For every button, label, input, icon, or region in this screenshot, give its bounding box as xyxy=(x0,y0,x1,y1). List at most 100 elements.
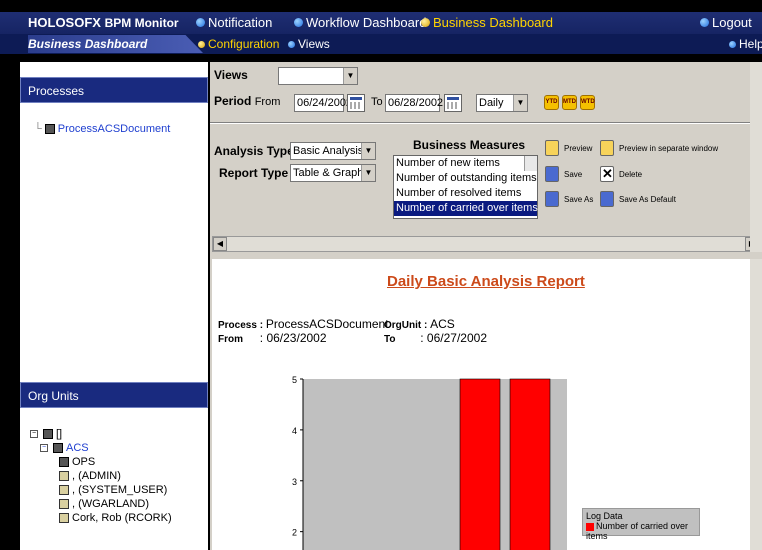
bullet-icon xyxy=(729,40,736,48)
chevron-down-icon: ▼ xyxy=(361,165,375,181)
nav-help[interactable]: Help xyxy=(729,37,762,51)
action-label: Save As Default xyxy=(619,194,676,204)
delete-button[interactable]: Delete xyxy=(600,166,642,182)
save-as-button[interactable]: Save As xyxy=(545,191,593,207)
user-icon xyxy=(59,513,69,523)
bullet-icon xyxy=(196,18,205,27)
save-as-icon xyxy=(545,191,559,207)
save-default-icon xyxy=(600,191,614,207)
nav-workflow-dashboard[interactable]: Workflow Dashboard xyxy=(294,15,426,30)
report-preview: Daily Basic Analysis Report Process : Pr… xyxy=(212,259,762,550)
tree-item[interactable]: OPS xyxy=(30,455,172,469)
report-type-value: Table & Graph xyxy=(293,167,364,179)
measure-item[interactable]: Number of resolved items xyxy=(394,186,537,201)
tree-item[interactable]: , (ADMIN) xyxy=(30,469,172,483)
listbox-scrollbar[interactable] xyxy=(524,156,537,171)
tree-item[interactable]: − ACS xyxy=(30,441,172,455)
chart-bar xyxy=(509,378,551,550)
config-vertical-scrollbar[interactable] xyxy=(750,62,762,252)
y-tick-label: 3 xyxy=(292,477,297,487)
tree-item[interactable]: − [] xyxy=(30,427,172,441)
preview-button[interactable]: Preview xyxy=(545,140,592,156)
period-row: Period From xyxy=(214,94,280,108)
period-label: Period xyxy=(214,94,252,108)
chart-legend: Log Data Number of carried over items xyxy=(582,508,700,541)
app-window: HOLOSOFX BPM Monitor Notification Workfl… xyxy=(0,0,762,550)
calendar-icon[interactable] xyxy=(444,94,462,112)
report-type-label: Report Type xyxy=(219,166,289,180)
tree-item-label: ProcessACSDocument xyxy=(57,123,171,135)
save-icon xyxy=(545,166,559,182)
nav-label: Workflow Dashboard xyxy=(306,15,427,30)
save-button[interactable]: Save xyxy=(545,166,582,182)
org-icon xyxy=(59,457,69,467)
tree-item[interactable]: └ ProcessACSDocument xyxy=(34,122,170,136)
tree-item-label: [] xyxy=(56,428,63,440)
app-brand: HOLOSOFX BPM Monitor xyxy=(28,15,179,30)
left-panel: Processes └ ProcessACSDocument Org Units … xyxy=(20,62,208,550)
calendar-icon[interactable] xyxy=(347,94,365,112)
user-icon xyxy=(59,499,69,509)
from-label: From xyxy=(254,96,281,108)
chart-bar xyxy=(459,378,501,550)
frequency-select[interactable]: Daily ▼ xyxy=(476,94,528,112)
y-tick-label: 5 xyxy=(292,375,297,385)
wtd-button[interactable]: WTD xyxy=(580,95,595,110)
horizontal-scrollbar[interactable]: ◀ ▶ xyxy=(212,236,760,252)
tree-item-label: ACS xyxy=(66,442,89,454)
views-select[interactable]: ▼ xyxy=(278,67,358,85)
bullet-icon xyxy=(700,18,709,27)
legend-title: Log Data xyxy=(586,511,623,521)
legend-item: Number of carried over items xyxy=(586,521,696,541)
to-label: To xyxy=(371,96,383,108)
processes-header: Processes xyxy=(20,77,208,103)
bullet-icon xyxy=(421,18,430,27)
scroll-left-icon[interactable]: ◀ xyxy=(213,237,227,251)
nav-views[interactable]: Views xyxy=(288,37,330,51)
tree-item[interactable]: Cork, Rob (RCORK) xyxy=(30,511,172,525)
nav-logout[interactable]: Logout xyxy=(700,15,752,30)
report-vertical-scrollbar[interactable] xyxy=(750,259,762,550)
chevron-down-icon: ▼ xyxy=(361,143,375,159)
measures-listbox[interactable]: Number of new items Number of outstandin… xyxy=(393,155,538,219)
report-type-select[interactable]: Table & Graph ▼ xyxy=(290,164,376,182)
action-label: Preview in separate window xyxy=(619,143,719,153)
tree-item-label: Cork, Rob (RCORK) xyxy=(72,512,172,524)
preview-window-icon xyxy=(600,140,614,156)
tree-item-label: , (WGARLAND) xyxy=(72,498,149,510)
chevron-down-icon: ▼ xyxy=(343,68,357,84)
collapse-icon[interactable]: − xyxy=(40,444,48,452)
save-as-default-button[interactable]: Save As Default xyxy=(600,191,676,207)
preview-separate-button[interactable]: Preview in separate window xyxy=(600,140,718,156)
tree-item[interactable]: , (SYSTEM_USER) xyxy=(30,483,172,497)
tree-item-label: , (ADMIN) xyxy=(72,470,121,482)
y-tick-label: 2 xyxy=(292,528,297,538)
to-date-input[interactable]: 06/28/2002 xyxy=(385,94,443,112)
analysis-type-label: Analysis Type xyxy=(214,144,294,158)
ytd-button[interactable]: YTD xyxy=(544,95,559,110)
from-date-input[interactable]: 06/24/2002 xyxy=(294,94,352,112)
views-label: Views xyxy=(214,68,248,82)
mtd-button[interactable]: MTD xyxy=(562,95,577,110)
collapse-icon[interactable]: − xyxy=(30,430,38,438)
nav-notification[interactable]: Notification xyxy=(196,15,272,30)
measure-item[interactable]: Number of new items xyxy=(394,156,537,171)
process-icon xyxy=(44,124,55,134)
brand-name: HOLOSOFX xyxy=(28,15,101,30)
legend-label: Number of carried over items xyxy=(586,521,689,541)
active-tab[interactable]: Business Dashboard xyxy=(28,35,203,53)
nav-configuration[interactable]: Configuration xyxy=(198,37,279,51)
tree-item[interactable]: , (WGARLAND) xyxy=(30,497,172,511)
frequency-value: Daily xyxy=(479,97,504,109)
measure-item-selected[interactable]: Number of carried over items xyxy=(394,201,538,216)
analysis-type-select[interactable]: Basic Analysis ▼ xyxy=(290,142,376,160)
user-icon xyxy=(59,471,69,481)
tree-item-label: OPS xyxy=(72,456,96,468)
action-label: Delete xyxy=(619,169,643,179)
delete-icon xyxy=(600,166,614,182)
bullet-icon xyxy=(288,40,295,48)
measure-item[interactable]: Number of outstanding items xyxy=(394,171,537,186)
sub-nav-bar: Business Dashboard Configuration Views H… xyxy=(0,34,762,54)
nav-business-dashboard[interactable]: Business Dashboard xyxy=(421,15,553,30)
chart: 5 4 3 2 xyxy=(292,375,567,550)
